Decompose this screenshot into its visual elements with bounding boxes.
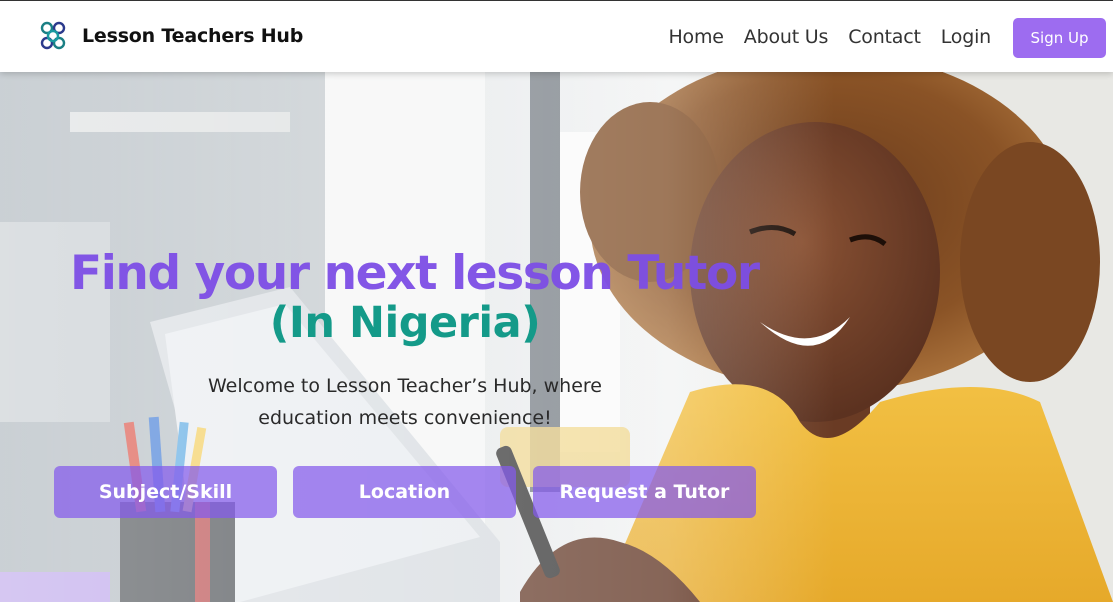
nav-about-link[interactable]: About Us xyxy=(744,23,829,51)
hero-headline: Find your next lesson Tutor xyxy=(70,246,760,301)
hero-welcome-text: Welcome to Lesson Teacher’s Hub, where e… xyxy=(150,370,660,434)
brand-name: Lesson Teachers Hub xyxy=(82,25,304,47)
location-button[interactable]: Location xyxy=(293,466,516,518)
welcome-line-2: education meets convenience! xyxy=(258,407,552,429)
molecule-logo-icon xyxy=(40,21,66,50)
main-menu: Home About Us Contact Login xyxy=(648,23,991,51)
signup-button[interactable]: Sign Up xyxy=(1013,18,1106,58)
nav-login-link[interactable]: Login xyxy=(941,23,991,51)
hero-section: Find your next lesson Tutor (In Nigeria)… xyxy=(0,72,1113,602)
nav-home-link[interactable]: Home xyxy=(668,23,724,51)
navbar: Lesson Teachers Hub Home About Us Contac… xyxy=(0,0,1113,72)
nav-contact-link[interactable]: Contact xyxy=(848,23,921,51)
hero-subhead: (In Nigeria) xyxy=(269,298,541,348)
request-tutor-button[interactable]: Request a Tutor xyxy=(533,466,756,518)
welcome-line-1: Welcome to Lesson Teacher’s Hub, where xyxy=(207,375,602,397)
brand[interactable]: Lesson Teachers Hub xyxy=(38,21,303,51)
subject-skill-button[interactable]: Subject/Skill xyxy=(54,466,277,518)
